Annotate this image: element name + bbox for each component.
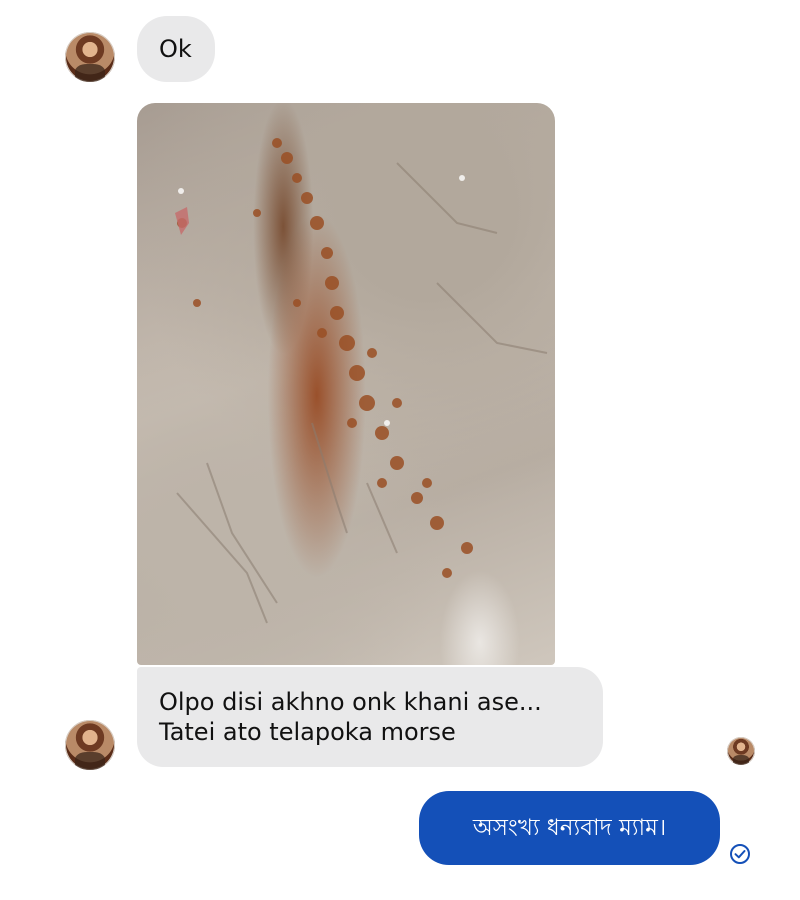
sender-avatar[interactable] — [65, 32, 115, 82]
message-text: Ok — [159, 35, 192, 63]
seen-avatar — [727, 737, 755, 765]
sender-avatar[interactable] — [65, 720, 115, 770]
incoming-message-bubble[interactable]: Olpo disi akhno onk khani ase... Tatei a… — [137, 667, 603, 767]
message-text: অসংখ্য ধন্যবাদ ম্যাম। — [472, 815, 667, 841]
message-text-line: Tatei ato telapoka morse — [159, 718, 456, 746]
incoming-message-bubble[interactable]: Ok — [137, 16, 215, 82]
check-circle-icon — [730, 844, 750, 864]
photo-content — [175, 138, 548, 624]
message-text-line: Olpo disi akhno onk khani ase... — [159, 688, 542, 716]
outgoing-message-bubble[interactable]: অসংখ্য ধন্যবাদ ম্যাম। — [419, 791, 720, 865]
photo-attachment[interactable] — [137, 103, 555, 665]
